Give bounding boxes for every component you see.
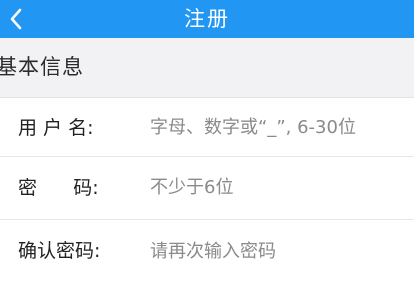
password-label: 密 码: (18, 177, 99, 199)
confirm-password-input[interactable] (150, 220, 406, 283)
username-input[interactable] (150, 99, 406, 157)
section-header: 基本信息 (0, 38, 414, 98)
app-header: 注册 (0, 0, 414, 38)
username-row: 用 户 名: (0, 99, 414, 157)
page-title: 注册 (184, 7, 230, 31)
confirm-password-label: 确认密码: (18, 240, 101, 262)
password-row: 密 码: (0, 157, 414, 220)
username-label: 用 户 名: (18, 117, 94, 139)
section-title: 基本信息 (0, 55, 84, 79)
confirm-password-row: 确认密码: (0, 220, 414, 283)
password-input[interactable] (150, 157, 406, 219)
